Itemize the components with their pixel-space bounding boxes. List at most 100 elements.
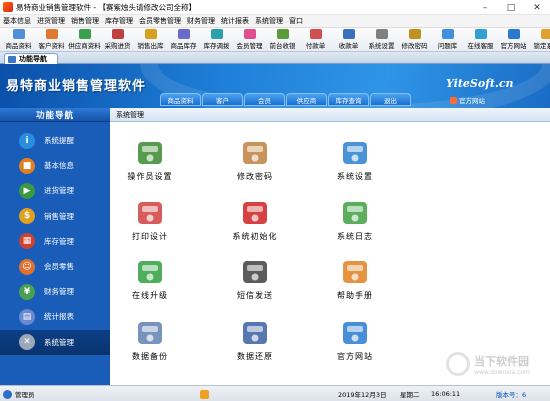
system-function-label: 数据还原 [237,352,273,361]
toolbar-button-label: 采购进货 [104,42,131,50]
toolbar-button[interactable]: 在线客服 [464,28,497,51]
sidebar-item-label: 库存管理 [44,236,74,246]
printer-icon [134,196,166,228]
ie-icon [339,316,371,348]
system-function-item[interactable]: 打印设计 [110,196,195,246]
menu-item-finance[interactable]: 财务管理 [184,16,218,26]
minimize-button[interactable]: – [472,0,498,15]
toolbar-button-label: 商品资料 [5,42,32,50]
toolbar-button[interactable]: 会员管理 [233,28,266,51]
banner-tab-stock-query[interactable]: 库存查询 [328,93,369,106]
app-icon [3,2,13,12]
purchase-icon [111,29,124,39]
restore-icon [239,316,271,348]
menu-item-basic[interactable]: 基本信息 [0,16,34,26]
sidebar-item[interactable]: ✕ 系统管理 [0,329,110,355]
menu-item-reports[interactable]: 统计报表 [218,16,252,26]
system-function-item[interactable]: 系统日志 [310,196,400,246]
toolbar-button[interactable]: 采购进货 [101,28,134,51]
menu-bar: 基本信息 进货管理 销售管理 库存管理 会员零售管理 财务管理 统计报表 系统管… [0,15,550,28]
system-function-item[interactable]: 数据还原 [210,316,300,366]
toolbar-button-label: 在线客服 [467,42,494,50]
sidebar-item[interactable]: ■ 基本信息 [0,153,110,178]
sidebar-item[interactable]: ▤ 统计报表 [0,304,110,329]
toolbar-button[interactable]: 锁定系统 [530,28,550,51]
reset-icon [239,196,271,228]
sidebar-item-label: 会员零售 [44,262,74,271]
title-bar: 易特商业销售管理软件 - 【赛紫烛头请修改公司全称】 – □ ✕ [0,0,550,15]
banner-tab-exit[interactable]: 退出 [370,93,411,106]
watermark-title: 当下软件园 [474,354,529,368]
menu-item-stock[interactable]: 库存管理 [102,16,136,26]
toolbar-button[interactable]: 商品资料 [2,28,35,51]
system-function-item[interactable]: 在线升级 [110,255,195,305]
toolbar-button[interactable]: 库存调拨 [200,28,233,51]
toolbar-button[interactable]: 销售出库 [134,28,167,51]
boxes-icon: ■ [19,157,35,174]
toolbar-button[interactable]: 商品库存 [167,28,200,51]
menu-item-window[interactable]: 窗口 [286,16,306,26]
watermark-logo-icon [446,352,470,376]
toolbar-button[interactable]: 供应商资料 [68,28,101,51]
close-button[interactable]: ✕ [524,0,550,15]
system-function-item[interactable]: 修改密码 [210,136,300,186]
tab-function-nav[interactable]: 功能导航 [4,53,58,64]
chat-icon [474,29,487,39]
sidebar-item[interactable]: ¥ 财务管理 [0,279,110,304]
sidebar-item-label: 统计报表 [44,312,74,322]
official-site-link[interactable]: 官方网站 [450,95,485,105]
system-function-label: 在线升级 [132,291,168,300]
sidebar-item[interactable]: i 系统提醒 [0,128,110,153]
toolbar-button[interactable]: 客户资料 [35,28,68,51]
system-function-label: 修改密码 [237,172,273,181]
sales-icon: $ [19,208,35,225]
system-function-item[interactable]: 系统设置 [310,136,400,186]
system-function-item[interactable]: 操作员设置 [110,136,195,186]
toolbar-button-label: 收款单 [338,42,359,50]
sidebar-item[interactable]: ▶ 进货管理 [0,178,110,203]
system-function-label: 打印设计 [132,232,168,241]
toolbar-button-label: 供应商资料 [68,42,101,50]
system-function-item[interactable]: 系统初始化 [210,196,300,246]
sidebar-item-label: 系统管理 [44,337,74,347]
menu-item-sales[interactable]: 销售管理 [68,16,102,26]
toolbar-button[interactable]: 前台收银 [266,28,299,51]
help-icon [339,255,371,287]
backup-icon [134,316,166,348]
system-function-label: 数据备份 [132,352,168,361]
system-function-item[interactable]: 短信发送 [210,255,300,305]
toolbar-button-label: 库存调拨 [203,42,230,50]
maximize-button[interactable]: □ [498,0,524,15]
system-function-item[interactable]: 数据备份 [110,316,195,366]
toolbar-button[interactable]: 修改密码 [398,28,431,51]
sidebar-item[interactable]: ▦ 库存管理 [0,229,110,254]
status-notice[interactable] [200,388,209,400]
system-function-item[interactable]: 帮助手册 [310,255,400,305]
menu-item-purchase[interactable]: 进货管理 [34,16,68,26]
finance-icon: ¥ [19,283,35,300]
toolbar-button[interactable]: 收款单 [332,28,365,51]
section-title: 系统管理 [110,108,550,122]
customer-icon [45,29,58,39]
window-title: 易特商业销售管理软件 - 【赛紫烛头请修改公司全称】 [16,2,196,12]
status-time: 16:06:11 [431,390,461,398]
banner-tab-suppliers[interactable]: 供应商 [286,93,327,106]
globe-icon [507,29,520,39]
sidebar-item[interactable]: ☺ 会员零售 [0,254,110,279]
toolbar-button-label: 会员管理 [236,42,263,50]
system-function-label: 官方网站 [337,352,373,361]
menu-item-member[interactable]: 会员零售管理 [136,16,184,26]
banner-tab-products[interactable]: 商品资料 [160,93,201,106]
menu-item-system[interactable]: 系统管理 [252,16,286,26]
banner-tab-customers[interactable]: 客户 [202,93,243,106]
banner-tab-members[interactable]: 会员 [244,93,285,106]
brand-logo: YiteSoft.cn [446,77,514,90]
toolbar-button[interactable]: 问题库 [431,28,464,51]
toolbar-button[interactable]: 系统设置 [365,28,398,51]
toolbar-button[interactable]: 官方网站 [497,28,530,51]
system-function-item[interactable]: 官方网站 [310,316,400,366]
toolbar-button[interactable]: 付款单 [299,28,332,51]
official-site-label: 官方网站 [459,97,485,105]
sidebar-item[interactable]: $ 销售管理 [0,204,110,229]
app-title: 易特商业销售管理软件 [6,79,147,94]
